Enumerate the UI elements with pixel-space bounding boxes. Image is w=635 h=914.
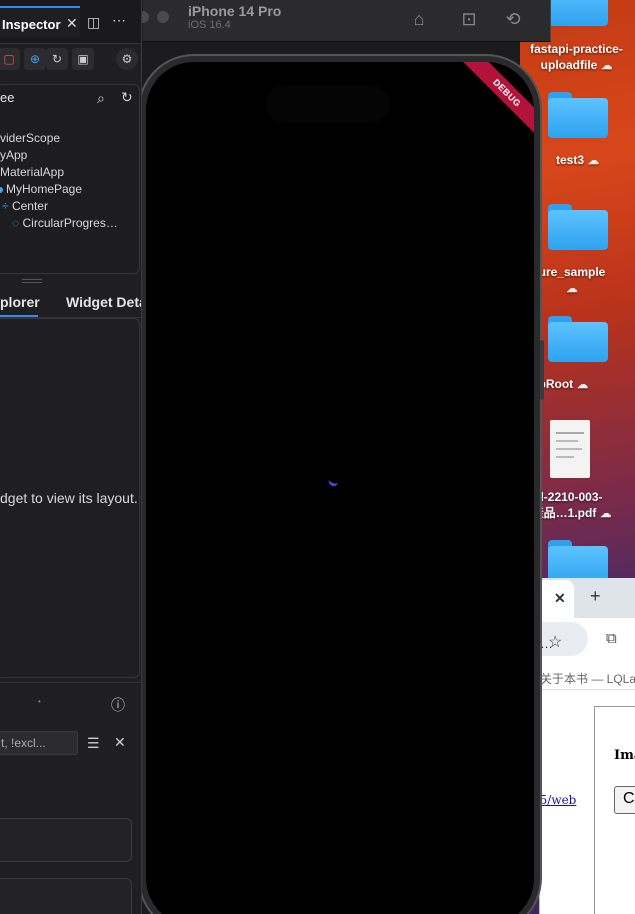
device-name: iPhone 14 Pro	[188, 3, 282, 19]
desktop-item-label: fastapi-practice-	[530, 42, 623, 56]
tree-node-label: Center	[11, 199, 48, 213]
tree-node-label: viderScope	[0, 131, 61, 145]
tab-label: Inspector	[2, 17, 61, 32]
window-button[interactable]	[157, 11, 169, 23]
tree-node[interactable]: viderScope	[0, 131, 60, 145]
tree-header: ee	[0, 90, 15, 105]
page-heading: Ima	[614, 748, 635, 763]
folder-icon[interactable]	[548, 204, 608, 250]
close-icon[interactable]: ✕	[66, 15, 78, 32]
tree-node[interactable]: MaterialApp	[0, 165, 64, 179]
simulator-titlebar: iPhone 14 Pro iOS 16.4 ⌂ ⊡ ⟲	[137, 0, 551, 42]
screenshot-icon[interactable]: ⊡	[457, 8, 481, 30]
cloud-icon: ☁	[577, 379, 589, 391]
screen: fastapi-practice- uploadfile ☁ test3 ☁ tur…	[0, 0, 635, 914]
log-card[interactable]	[0, 878, 132, 914]
folder-icon[interactable]	[548, 92, 608, 138]
side-button	[540, 340, 544, 400]
layout-empty-message: dget to view its layout.	[0, 490, 138, 506]
rotate-icon[interactable]: ⟲	[501, 8, 525, 30]
panel-splitter[interactable]	[22, 279, 42, 283]
info-icon[interactable]: ⓘ	[111, 695, 125, 715]
tab-widget-details[interactable]: Widget Deta	[66, 294, 141, 310]
tree-node-label: CircularProgres…	[22, 216, 118, 230]
desktop-item-label: test3	[555, 153, 584, 167]
phone-screen[interactable]: DEBUG	[146, 62, 534, 914]
tree-node[interactable]: MyHomePage	[0, 182, 82, 196]
refresh-icon[interactable]: ↻	[121, 89, 133, 106]
bookmarks-bar: 关于本书 — LQLab	[540, 664, 635, 690]
close-tab-icon[interactable]: ✕	[554, 590, 566, 607]
new-tab-button[interactable]: +	[590, 586, 601, 607]
os-version: iOS 16.4	[188, 19, 231, 31]
refresh-tree-icon[interactable]: ↻	[46, 48, 68, 70]
bookmark-item[interactable]: 关于本书 — LQLab	[540, 670, 635, 687]
cloud-icon: ☁	[588, 155, 599, 167]
circular-progress-indicator	[327, 478, 339, 488]
inspect-icon[interactable]: ⊕	[24, 48, 46, 70]
cloud-icon: ☁	[601, 60, 613, 72]
tab-inspector[interactable]: Inspector ✕	[0, 6, 80, 38]
browser-tab-strip: ✕ +	[540, 578, 635, 618]
browser-tab[interactable]: ✕	[540, 580, 574, 618]
browser-window: ✕ + … ☆ ⧉ 关于本书 — LQLab Ima C 75/web	[530, 578, 635, 914]
folder-icon[interactable]	[548, 316, 608, 362]
desktop-item-fastapi[interactable]: fastapi-practice- uploadfile ☁	[514, 41, 635, 74]
search-icon[interactable]: ⌕	[97, 90, 105, 107]
cloud-icon: ☁	[566, 283, 578, 295]
tree-node[interactable]: ÷ Center	[2, 199, 48, 213]
progress-icon: ◌	[12, 216, 20, 230]
desktop-item-label: uploadfile	[540, 58, 598, 72]
status-dot-icon: •	[38, 697, 41, 706]
pdf-file-icon[interactable]	[550, 420, 590, 478]
folder-icon[interactable]	[548, 0, 608, 26]
split-editor-icon[interactable]: ◫	[87, 14, 100, 31]
clear-icon[interactable]: ✕	[114, 734, 126, 751]
star-icon[interactable]: ☆	[548, 632, 562, 652]
filter-input[interactable]: t, !excl...	[0, 731, 78, 755]
details-tabs: plorer Widget Deta	[0, 288, 141, 318]
cloud-icon: ☁	[600, 508, 612, 520]
tree-node-label: MaterialApp	[0, 165, 65, 179]
more-icon[interactable]: ⋯	[112, 12, 126, 29]
home-icon[interactable]: ⌂	[407, 8, 431, 30]
widget-tree-panel	[0, 84, 140, 274]
active-tab-indicator	[0, 315, 38, 317]
extensions-icon[interactable]: ⧉	[606, 630, 617, 647]
filter-list-icon[interactable]: ☰	[87, 735, 100, 752]
inspector-toolbar: ▢ ⊕ ↻ ▣ ⚙	[0, 44, 141, 74]
center-icon: ÷	[2, 199, 9, 213]
tab-layout-explorer[interactable]: plorer	[0, 294, 40, 310]
widget-dot-icon	[0, 187, 3, 193]
gear-icon[interactable]: ⚙	[116, 48, 138, 70]
dynamic-island	[266, 86, 390, 122]
tree-node-label: yApp	[0, 148, 28, 162]
tree-node[interactable]: yApp	[0, 148, 27, 162]
image-icon[interactable]: ▣	[72, 48, 94, 70]
status-bar: • ⓘ	[0, 682, 141, 722]
browser-toolbar: … ☆ ⧉	[530, 618, 635, 664]
page-button[interactable]: C	[614, 786, 635, 814]
tree-node-label: MyHomePage	[6, 182, 83, 196]
editor-tab-bar: Inspector ✕ ◫ ⋯	[0, 0, 141, 44]
flutter-inspector-panel: Inspector ✕ ◫ ⋯ ▢ ⊕ ↻ ▣ ⚙ ee ⌕ ↻ viderSc…	[0, 0, 142, 914]
tree-node[interactable]: ◌ CircularProgres…	[12, 216, 118, 230]
log-card[interactable]	[0, 818, 132, 862]
select-widget-icon[interactable]: ▢	[0, 48, 20, 70]
